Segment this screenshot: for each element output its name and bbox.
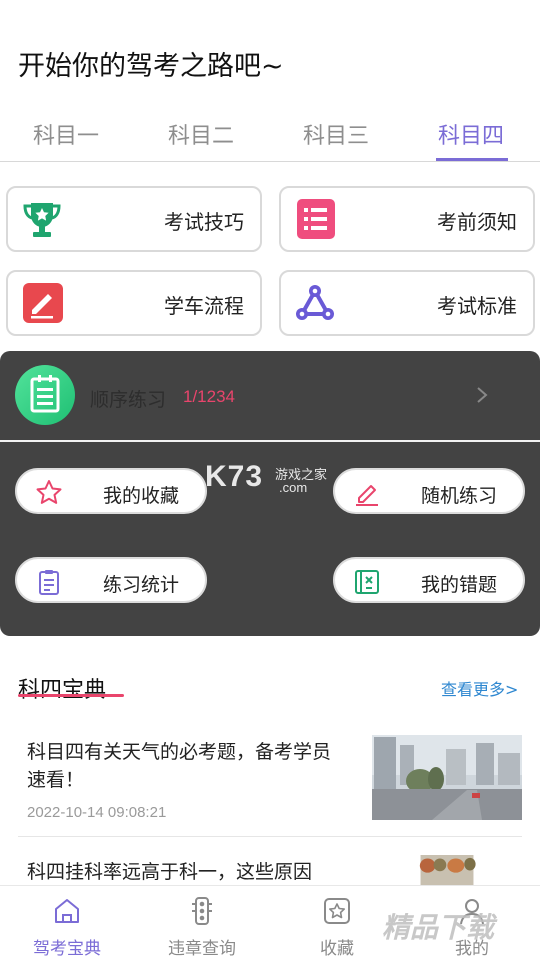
chevron-right-icon — [477, 387, 488, 403]
article-time: 2022-10-14 09:08:21 — [27, 804, 167, 821]
nav-item-favorites[interactable]: 收藏 — [277, 892, 397, 959]
my-favorites-label: 我的收藏 — [103, 485, 180, 507]
view-more-link[interactable]: 查看更多> — [441, 676, 518, 700]
article-thumbnail-image — [372, 735, 522, 820]
pencil-square-icon — [23, 283, 63, 323]
pre-exam-notes-label: 考前须知 — [437, 210, 517, 234]
nav-label: 违章查询 — [168, 939, 236, 959]
traffic-light-icon — [192, 897, 212, 925]
section-title: 科四宝典 — [18, 678, 107, 703]
exam-standard-label: 考试标准 — [437, 294, 517, 318]
random-practice-label: 随机练习 — [421, 485, 498, 507]
active-tab-indicator — [436, 158, 508, 161]
exam-tips-card[interactable]: 考试技巧 — [6, 186, 262, 252]
practice-stats-label: 练习统计 — [103, 574, 180, 596]
k73-watermark: K73 游戏之家 .com — [205, 460, 327, 495]
sequential-practice-progress: 1/1234 — [183, 387, 235, 406]
tab-subject-3[interactable]: 科目三 — [286, 118, 386, 150]
article-thumbnail-image — [419, 855, 476, 885]
page-title: 开始你的驾考之路吧~ — [18, 51, 284, 82]
nav-item-driving-guide[interactable]: 驾考宝典 — [7, 892, 127, 959]
k73-watermark-sub2: .com — [279, 480, 308, 495]
tab-subject-1[interactable]: 科目一 — [16, 118, 116, 150]
section-title-underline — [18, 694, 124, 697]
practice-panel: 顺序练习 1/1234 我的收藏 随机练习 练习统计 我的错题 — [0, 351, 540, 636]
pre-exam-notes-card[interactable]: 考前须知 — [279, 186, 535, 252]
my-favorites-button[interactable]: 我的收藏 — [15, 468, 207, 514]
article-title: 科目四有关天气的必考题，备考学员速看！ — [27, 741, 332, 791]
edit-pen-icon — [356, 485, 378, 506]
nav-label: 驾考宝典 — [33, 939, 101, 959]
article-item[interactable]: 科四挂科率远高于科一，这些原因 — [18, 855, 522, 888]
article-separator — [18, 836, 522, 837]
random-practice-button[interactable]: 随机练习 — [333, 468, 525, 514]
tab-subject-2[interactable]: 科目二 — [151, 118, 251, 150]
clipboard-icon — [39, 570, 59, 595]
wrong-answers-icon — [355, 570, 379, 594]
list-icon — [297, 199, 335, 239]
exam-standard-card[interactable]: 考试标准 — [279, 270, 535, 336]
exam-tips-label: 考试技巧 — [164, 210, 244, 234]
jingpin-watermark: 精品下载 — [382, 911, 495, 944]
sequential-practice-row[interactable]: 顺序练习 1/1234 — [0, 351, 540, 441]
k73-watermark-text: K73 — [205, 460, 264, 493]
trophy-icon — [23, 203, 61, 237]
subject-tabs: 科目一 科目二 科目三 科目四 — [0, 108, 540, 162]
nav-item-violation-query[interactable]: 违章查询 — [142, 892, 262, 959]
practice-stats-button[interactable]: 练习统计 — [15, 557, 207, 603]
sequential-practice-label: 顺序练习 — [90, 389, 167, 411]
notebook-icon — [15, 365, 75, 425]
home-icon — [55, 899, 79, 923]
network-icon — [296, 285, 334, 320]
learning-process-label: 学车流程 — [164, 294, 244, 318]
wrong-answers-label: 我的错题 — [421, 574, 498, 596]
star-icon — [36, 480, 62, 504]
nav-label: 收藏 — [320, 939, 354, 959]
learning-process-card[interactable]: 学车流程 — [6, 270, 262, 336]
bookmark-star-icon — [324, 898, 350, 924]
wrong-answers-button[interactable]: 我的错题 — [333, 557, 525, 603]
article-item[interactable]: 科目四有关天气的必考题，备考学员速看！ 2022-10-14 09:08:21 — [18, 735, 522, 834]
panel-divider — [0, 440, 540, 442]
article-title: 科四挂科率远高于科一，这些原因 — [27, 861, 313, 883]
tab-subject-4[interactable]: 科目四 — [421, 118, 521, 150]
